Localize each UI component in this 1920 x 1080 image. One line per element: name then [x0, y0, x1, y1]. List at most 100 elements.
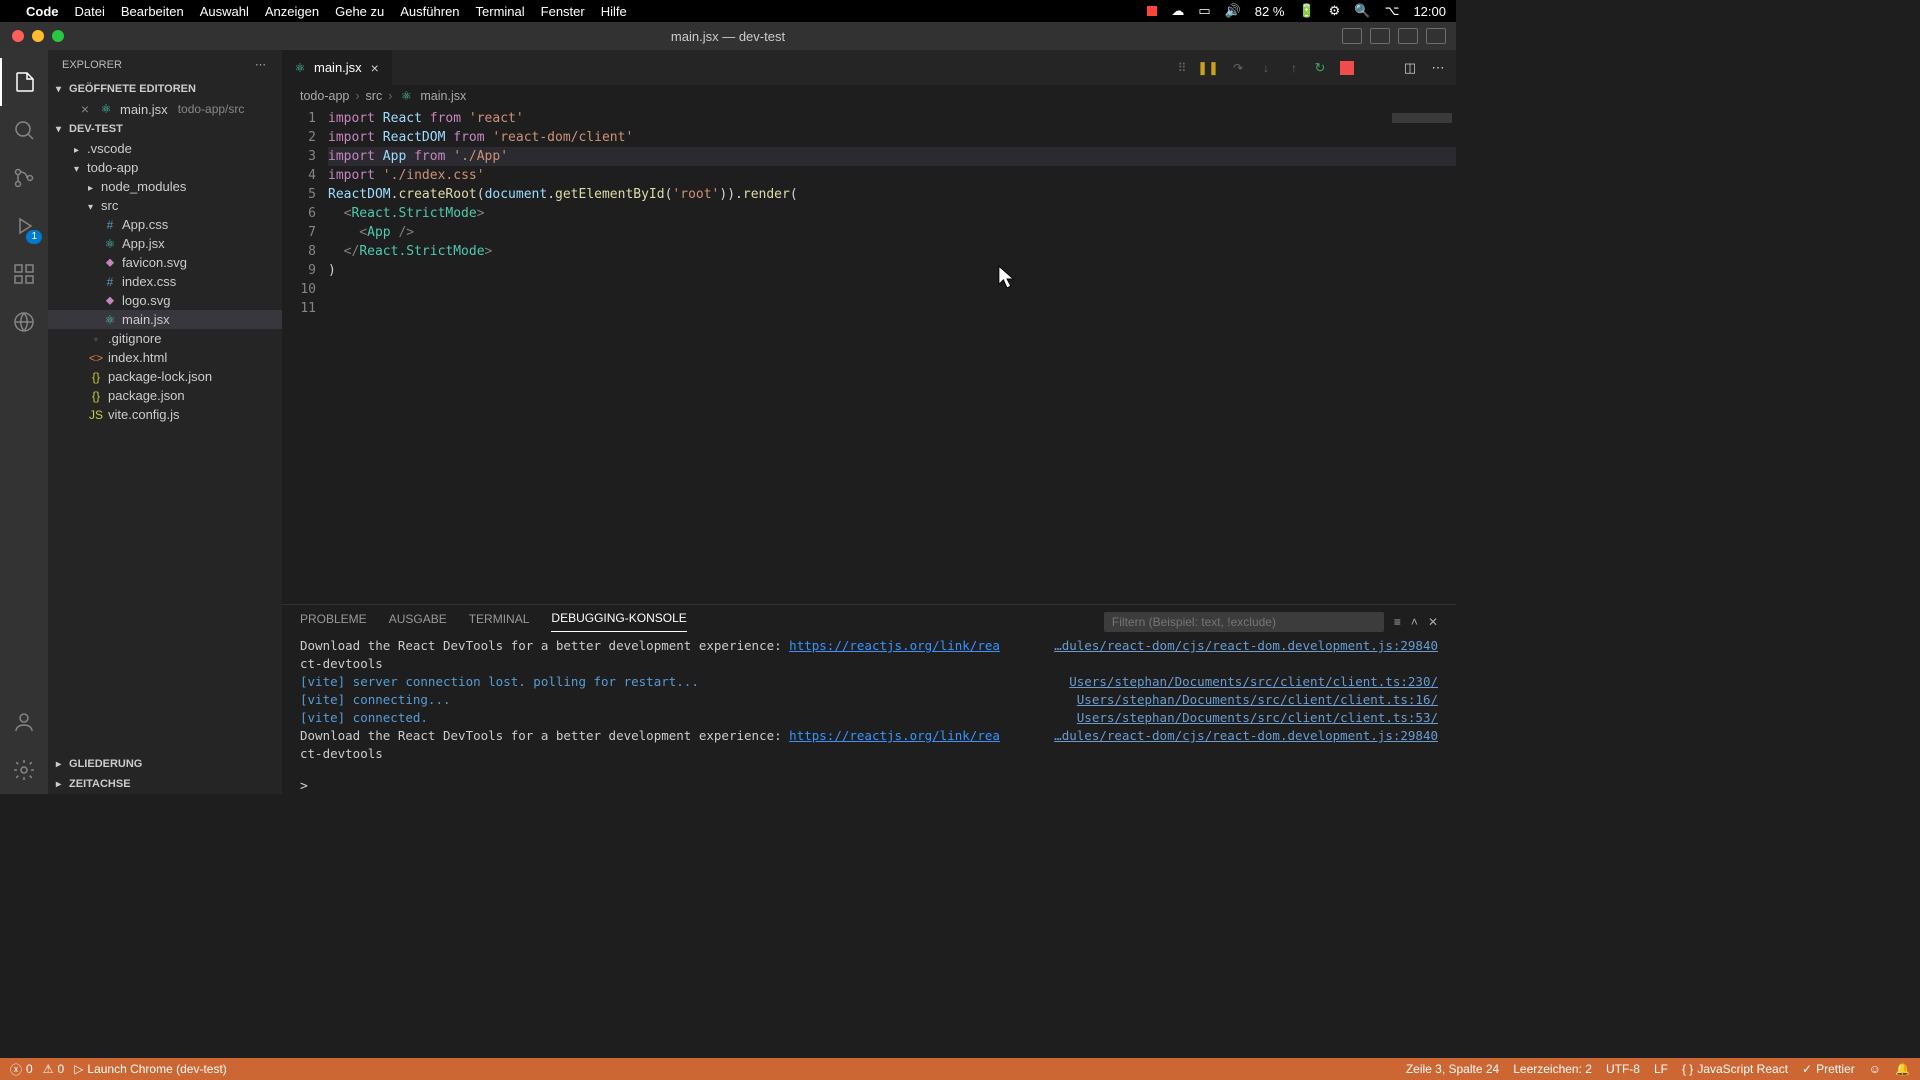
activity-debug[interactable]: 1 — [0, 202, 48, 250]
menu-terminal[interactable]: Terminal — [476, 4, 525, 19]
activity-explorer[interactable] — [0, 58, 48, 106]
editor-more-icon[interactable]: ⋯ — [1430, 60, 1446, 76]
explorer-title: EXPLORER — [62, 59, 122, 71]
file-item[interactable]: ⬥favicon.svg — [48, 253, 282, 272]
breadcrumbs[interactable]: todo-app› src› ⚛ main.jsx — [282, 85, 1456, 107]
status-launch-config[interactable]: ▷ Launch Chrome (dev-test) — [74, 1062, 227, 1076]
status-encoding[interactable]: UTF-8 — [1606, 1062, 1640, 1076]
file-item[interactable]: #index.css — [48, 272, 282, 291]
git-file-icon: ◦ — [88, 332, 104, 346]
status-indent[interactable]: Leerzeichen: 2 — [1513, 1062, 1592, 1076]
activity-scm[interactable] — [0, 154, 48, 202]
debug-restart-button[interactable]: ↻ — [1312, 60, 1328, 76]
open-editor-item[interactable]: × ⚛ main.jsx todo-app/src — [56, 99, 282, 119]
outline-section[interactable]: GLIEDERUNG — [48, 754, 282, 774]
html-file-icon: <> — [88, 351, 104, 365]
status-search-icon[interactable]: 🔍 — [1354, 3, 1370, 19]
activity-extensions[interactable] — [0, 250, 48, 298]
close-icon[interactable]: × — [78, 101, 92, 117]
split-editor-icon[interactable]: ◫ — [1402, 60, 1418, 76]
filter-settings-icon[interactable]: ≡ — [1394, 615, 1401, 629]
activity-search[interactable] — [0, 106, 48, 154]
status-time[interactable]: 12:00 — [1413, 4, 1446, 19]
file-item[interactable]: ⚛App.jsx — [48, 234, 282, 253]
status-wifi-icon[interactable]: ⚙︎ — [1329, 3, 1341, 19]
status-display-icon[interactable]: ▭ — [1198, 3, 1210, 19]
macos-menubar: Code Datei Bearbeiten Auswahl Anzeigen G… — [0, 0, 1456, 22]
workspace-root[interactable]: DEV-TEST — [48, 119, 282, 139]
debug-step-over-button[interactable]: ↷ — [1228, 60, 1244, 76]
file-item[interactable]: {}package-lock.json — [48, 367, 282, 386]
folder-item[interactable]: src — [48, 196, 282, 215]
activity-account[interactable] — [0, 698, 48, 746]
tab-bar: ⚛ main.jsx × ⠿ ❚❚ ↷ ↓ ↑ ↻ ◫ ⋯ — [282, 50, 1456, 85]
layout-panel-right-icon[interactable] — [1398, 28, 1418, 44]
code-editor[interactable]: 1234567891011 import React from 'react'i… — [282, 107, 1456, 604]
status-volume-icon[interactable]: 🔊 — [1225, 3, 1241, 19]
debug-pause-button[interactable]: ❚❚ — [1200, 60, 1216, 76]
layout-panel-left-icon[interactable] — [1342, 28, 1362, 44]
file-item[interactable]: ⬥logo.svg — [48, 291, 282, 310]
status-recording-icon[interactable] — [1147, 6, 1157, 16]
debug-drag-icon[interactable]: ⠿ — [1172, 60, 1188, 76]
timeline-section[interactable]: ZEITACHSE — [48, 774, 282, 794]
activity-remote[interactable] — [0, 298, 48, 346]
activity-settings[interactable] — [0, 746, 48, 794]
folder-item[interactable]: node_modules — [48, 177, 282, 196]
status-language[interactable]: { } JavaScript React — [1682, 1062, 1788, 1076]
panel-close-icon[interactable]: ✕ — [1428, 615, 1438, 629]
minimap[interactable] — [1386, 107, 1456, 604]
status-warnings[interactable]: ⚠ 0 — [43, 1062, 64, 1076]
file-item[interactable]: #App.css — [48, 215, 282, 234]
app-menu[interactable]: Code — [26, 4, 59, 19]
panel-tab-output[interactable]: AUSGABE — [389, 612, 447, 632]
filter-input[interactable] — [1104, 612, 1384, 632]
status-feedback-icon[interactable]: ☺ — [1869, 1062, 1881, 1076]
tab-main-jsx[interactable]: ⚛ main.jsx × — [282, 50, 392, 85]
folder-item[interactable]: .vscode — [48, 139, 282, 158]
file-item[interactable]: ⚛main.jsx — [48, 310, 282, 329]
json-file-icon: {} — [88, 370, 104, 384]
panel-tab-terminal[interactable]: TERMINAL — [469, 612, 530, 632]
menu-goto[interactable]: Gehe zu — [335, 4, 384, 19]
debug-step-into-button[interactable]: ↓ — [1256, 60, 1272, 76]
window-minimize-button[interactable] — [32, 30, 44, 42]
menu-run[interactable]: Ausführen — [400, 4, 459, 19]
status-errors[interactable]: ⓧ 0 — [10, 1061, 33, 1078]
file-item[interactable]: JSvite.config.js — [48, 405, 282, 424]
status-cursor-pos[interactable]: Zeile 3, Spalte 24 — [1406, 1062, 1499, 1076]
status-battery-icon[interactable]: 🔋 — [1298, 3, 1314, 19]
panel-maximize-icon[interactable]: ˄ — [1411, 615, 1418, 629]
panel-tab-problems[interactable]: PROBLEME — [300, 612, 367, 632]
js-file-icon: JS — [88, 408, 104, 422]
menu-selection[interactable]: Auswahl — [200, 4, 249, 19]
panel-tab-debug-console[interactable]: DEBUGGING-KONSOLE — [551, 611, 686, 632]
debug-console-input[interactable]: > — [282, 779, 1456, 794]
status-prettier[interactable]: ✓ Prettier — [1802, 1062, 1855, 1076]
debug-step-out-button[interactable]: ↑ — [1284, 60, 1300, 76]
layout-panel-bottom-icon[interactable] — [1370, 28, 1390, 44]
close-icon[interactable]: × — [368, 60, 382, 76]
sidebar-explorer: EXPLORER ⋯ GEÖFFNETE EDITOREN × ⚛ main.j… — [48, 50, 282, 794]
debug-stop-button[interactable] — [1340, 61, 1354, 75]
explorer-more-icon[interactable]: ⋯ — [255, 58, 268, 71]
menu-window[interactable]: Fenster — [541, 4, 585, 19]
menu-view[interactable]: Anzeigen — [265, 4, 319, 19]
status-bell-icon[interactable]: 🔔 — [1895, 1062, 1910, 1076]
menu-file[interactable]: Datei — [75, 4, 105, 19]
debug-console-output[interactable]: Download the React DevTools for a better… — [282, 633, 1456, 779]
folder-item[interactable]: todo-app — [48, 158, 282, 177]
file-item[interactable]: ◦.gitignore — [48, 329, 282, 348]
file-item[interactable]: <>index.html — [48, 348, 282, 367]
status-cloud-icon[interactable]: ☁︎ — [1171, 3, 1184, 19]
layout-customize-icon[interactable] — [1426, 28, 1446, 44]
window-zoom-button[interactable] — [52, 30, 64, 42]
menu-help[interactable]: Hilfe — [601, 4, 627, 19]
file-item[interactable]: {}package.json — [48, 386, 282, 405]
status-control-center-icon[interactable]: ⌥ — [1384, 3, 1399, 19]
menu-edit[interactable]: Bearbeiten — [121, 4, 184, 19]
css-file-icon: # — [102, 218, 118, 232]
open-editors-section[interactable]: GEÖFFNETE EDITOREN — [48, 79, 282, 99]
status-eol[interactable]: LF — [1654, 1062, 1668, 1076]
window-close-button[interactable] — [12, 30, 24, 42]
